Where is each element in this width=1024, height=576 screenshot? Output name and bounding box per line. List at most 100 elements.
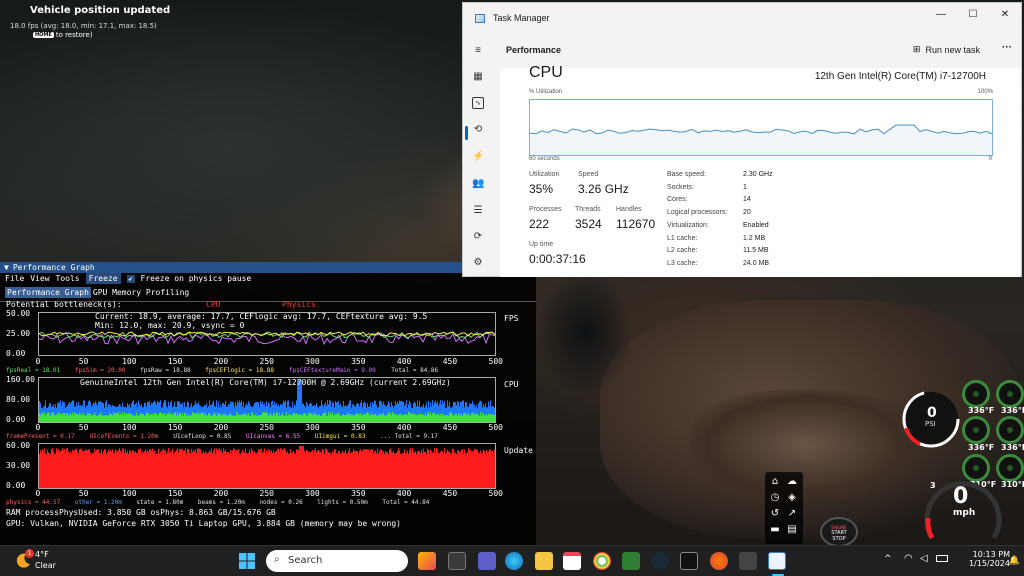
- cpu-bar-green: [158, 414, 159, 422]
- teams-icon[interactable]: [478, 552, 496, 570]
- cpu-bar-green: [180, 413, 181, 422]
- copilot-icon[interactable]: [418, 552, 436, 570]
- cpu-legend-item: UIcefEvents = 1.20m: [89, 433, 159, 440]
- wifi-icon[interactable]: ◠: [904, 553, 913, 564]
- recovery-icon[interactable]: ↺: [769, 508, 781, 520]
- update-bar-red: [192, 451, 193, 488]
- startup-apps-icon[interactable]: ⚡: [472, 151, 484, 163]
- battery-icon[interactable]: [936, 555, 948, 562]
- start-windows-icon[interactable]: [238, 552, 256, 570]
- cpu-bar-green: [92, 414, 93, 422]
- layout-icon[interactable]: ▤: [786, 524, 798, 536]
- timer-icon[interactable]: ◷: [769, 492, 781, 504]
- cpu-bar-green: [453, 415, 454, 422]
- cpu-bar-green: [403, 414, 404, 422]
- beamng-icon[interactable]: [710, 552, 728, 570]
- freeze-physics-checkbox[interactable]: ✔: [126, 274, 135, 283]
- app-history-icon[interactable]: ⟲: [472, 124, 484, 136]
- update-bar-red: [357, 450, 358, 488]
- task-view-icon[interactable]: [448, 552, 466, 570]
- update-bar-red: [284, 448, 285, 488]
- cpu-bar-green: [342, 414, 343, 422]
- home-icon[interactable]: ⌂: [769, 476, 781, 488]
- cpu-bar-green: [310, 413, 311, 422]
- update-bar-red: [184, 450, 185, 488]
- cpu-bar-green: [193, 413, 194, 422]
- cpu-bar-green: [494, 415, 495, 422]
- cpu-bar-green: [385, 415, 386, 422]
- hamburger-menu-icon[interactable]: ≡: [472, 45, 484, 57]
- processes-icon[interactable]: ▦: [472, 71, 484, 83]
- game-launcher-icon[interactable]: [739, 552, 757, 570]
- cpu-bar-green: [448, 415, 449, 422]
- minimize-button[interactable]: —: [925, 3, 957, 27]
- update-bar-red: [484, 450, 485, 488]
- chrome-browser-icon[interactable]: [593, 552, 611, 570]
- update-bar-red: [147, 450, 148, 488]
- cube-icon[interactable]: ◈: [786, 492, 798, 504]
- tray-overflow-icon[interactable]: ^: [884, 554, 892, 564]
- taskbar-search-box[interactable]: ⌕ Search: [266, 550, 408, 572]
- cpu-bar-green: [401, 415, 402, 422]
- update-bar-red: [308, 451, 309, 488]
- details-icon[interactable]: ☰: [472, 205, 484, 217]
- cpu-bar-green: [281, 415, 282, 422]
- cpu-bar-green: [95, 414, 96, 422]
- maximize-button[interactable]: ☐: [957, 3, 989, 27]
- steam-icon[interactable]: [651, 552, 669, 570]
- update-bar-red: [276, 450, 277, 488]
- update-bar-red: [353, 449, 354, 488]
- perf-graph-titlebar[interactable]: ▼ Performance Graph: [0, 262, 536, 273]
- freeze-button[interactable]: Freeze: [85, 273, 121, 284]
- update-bar-red: [250, 452, 251, 488]
- update-bar-red: [219, 448, 220, 488]
- update-bar-red: [335, 449, 336, 488]
- update-bar-red: [312, 449, 313, 488]
- engine-start-stop-button[interactable]: ENGINE START STOP: [820, 517, 858, 547]
- cpu-bar-green: [429, 414, 430, 422]
- update-legend-item: beams = 1.20m: [197, 499, 245, 506]
- update-bar-red: [262, 453, 263, 488]
- update-bar-red: [152, 448, 153, 488]
- update-bar-red: [319, 451, 320, 488]
- update-bar-red: [119, 448, 120, 488]
- update-bar-red: [445, 453, 446, 488]
- collapse-arrow-icon[interactable]: ▼: [4, 262, 9, 273]
- update-bar-red: [364, 449, 365, 488]
- tab-gpu-memory-profiling[interactable]: GPU Memory Profiling: [91, 287, 191, 298]
- weather-cloud-icon[interactable]: ☁: [786, 476, 798, 488]
- task-manager-taskbar-icon[interactable]: [768, 552, 786, 570]
- volume-icon[interactable]: ◁: [920, 553, 928, 564]
- cpu-bar-green: [444, 415, 445, 422]
- menu-view[interactable]: View: [30, 273, 49, 284]
- cpu-bar-green: [360, 412, 361, 422]
- users-icon[interactable]: 👥: [472, 178, 484, 190]
- update-bar-red: [477, 449, 478, 488]
- settings-gear-icon[interactable]: ⚙: [472, 257, 484, 269]
- services-icon[interactable]: ⟳: [472, 231, 484, 243]
- minecraft-icon[interactable]: [622, 552, 640, 570]
- cpu-bar-green: [473, 413, 474, 422]
- edge-browser-icon[interactable]: [505, 552, 523, 570]
- close-button[interactable]: ✕: [989, 3, 1021, 27]
- cpu-bar-green: [265, 413, 266, 422]
- run-new-task-button[interactable]: ⊞ Run new task: [913, 44, 980, 55]
- tab-performance-graph[interactable]: Performance Graph: [5, 287, 91, 298]
- update-bar-red: [457, 450, 458, 488]
- cpu-bar-green: [44, 412, 45, 422]
- graph-icon[interactable]: ↗: [786, 508, 798, 520]
- microsoft-store-icon[interactable]: [563, 552, 581, 570]
- cpu-bar-green: [297, 414, 298, 422]
- cpu-bar-green: [50, 415, 51, 422]
- cpu-bar-green: [125, 414, 126, 422]
- cpu-bar-green: [226, 415, 227, 422]
- performance-icon[interactable]: ∿: [472, 97, 484, 109]
- taskbar-clock[interactable]: 10:13 PM 1/15/2024: [969, 550, 1010, 568]
- more-options-button[interactable]: ···: [1002, 42, 1012, 53]
- menu-file[interactable]: File: [5, 273, 24, 284]
- terminal-icon[interactable]: [680, 552, 698, 570]
- menu-tools[interactable]: Tools: [56, 273, 80, 284]
- vehicle-icon[interactable]: ▬: [769, 524, 781, 536]
- file-explorer-icon[interactable]: [535, 552, 553, 570]
- notification-bell-icon[interactable]: 🔔: [1009, 556, 1020, 566]
